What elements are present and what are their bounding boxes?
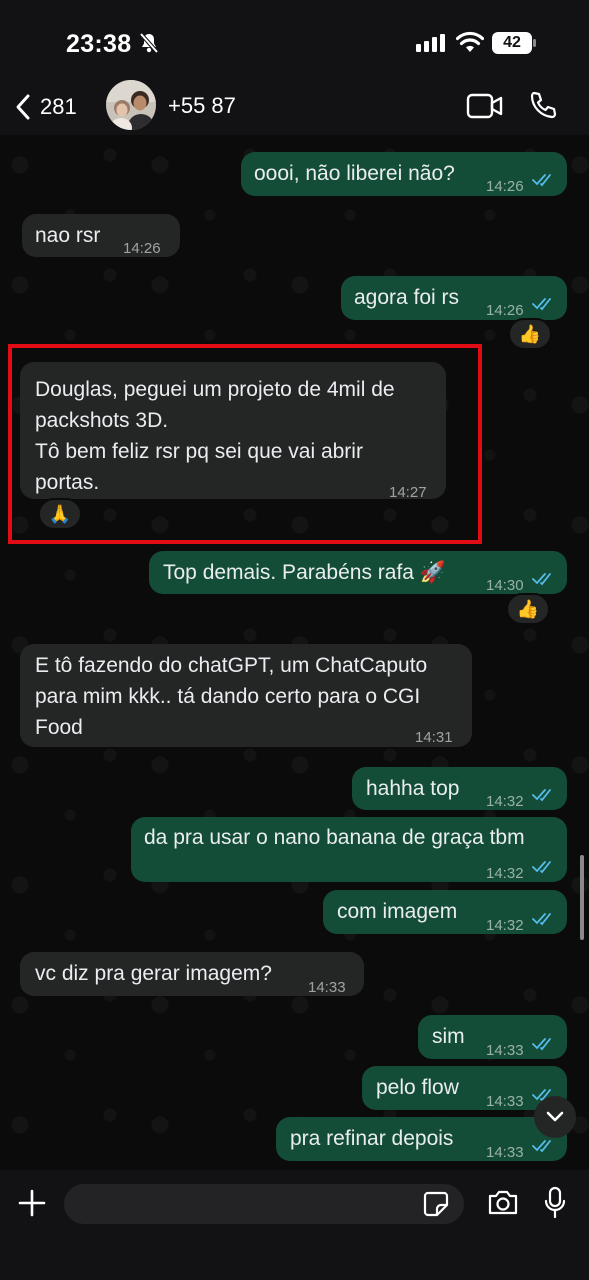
message-text: nao rsr — [35, 224, 101, 247]
message-bubble-incoming[interactable]: nao rsr 14:26 — [22, 214, 180, 257]
message-time: 14:32 — [486, 917, 524, 934]
back-button[interactable]: 281 — [14, 90, 94, 124]
message-bubble-outgoing[interactable]: Top demais. Parabéns rafa 🚀 14:30 — [149, 551, 567, 594]
signal-icon — [416, 34, 445, 52]
camera-icon[interactable] — [487, 1188, 519, 1216]
read-receipt-icon — [532, 573, 551, 586]
message-text: vc diz pra gerar imagem? — [35, 962, 272, 985]
unread-count: 281 — [40, 94, 77, 119]
sticker-icon[interactable] — [423, 1191, 449, 1217]
message-bubble-incoming[interactable]: vc diz pra gerar imagem? 14:33 — [20, 952, 364, 996]
chevron-down-icon — [546, 1111, 564, 1122]
read-receipt-icon — [532, 789, 551, 802]
reaction-thumbs-up[interactable]: 👍 — [506, 593, 550, 625]
message-text: pra refinar depois — [290, 1127, 454, 1150]
message-text: pelo flow — [376, 1076, 459, 1099]
microphone-icon[interactable] — [543, 1186, 567, 1220]
wifi-icon — [456, 31, 484, 52]
message-text: sim — [432, 1025, 465, 1048]
message-bubble-outgoing[interactable]: agora foi rs 14:26 — [341, 276, 567, 320]
scroll-indicator[interactable] — [580, 855, 584, 940]
chat-header: 281 +55 87 — [0, 80, 589, 135]
read-receipt-icon — [532, 174, 551, 187]
message-text: agora foi rs — [354, 286, 460, 309]
message-input[interactable] — [64, 1184, 464, 1224]
message-text: da pra usar o nano banana de graça tbm — [144, 826, 525, 849]
message-time: 14:33 — [308, 979, 346, 996]
read-receipt-icon — [532, 1038, 551, 1051]
contact-name[interactable]: +55 87 — [168, 93, 236, 119]
read-receipt-icon — [532, 861, 551, 874]
message-bubble-outgoing[interactable]: pelo flow 14:33 — [362, 1066, 567, 1110]
message-text: E tô fazendo do chatGPT, um ChatCaputo p… — [35, 654, 428, 739]
battery-level: 42 — [503, 34, 521, 51]
message-text: hahha top — [366, 777, 460, 800]
status-time: 23:38 — [66, 30, 132, 58]
message-text: oooi, não liberei não? — [254, 162, 455, 185]
message-time: 14:31 — [415, 729, 453, 746]
reaction-thumbs-up[interactable]: 👍 — [508, 318, 552, 350]
message-time: 14:32 — [486, 793, 524, 810]
read-receipt-icon — [532, 1140, 551, 1153]
avatar[interactable] — [106, 80, 156, 130]
message-bubble-outgoing[interactable]: da pra usar o nano banana de graça tbm 1… — [131, 817, 567, 882]
message-bubble-outgoing[interactable]: oooi, não liberei não? 14:26 — [241, 152, 567, 196]
message-time: 14:33 — [486, 1144, 524, 1161]
message-time: 14:33 — [486, 1093, 524, 1110]
message-bubble-incoming[interactable]: E tô fazendo do chatGPT, um ChatCaputo p… — [20, 644, 472, 747]
message-time: 14:33 — [486, 1042, 524, 1059]
message-text: Top demais. Parabéns rafa 🚀 — [163, 561, 446, 584]
highlight-box — [8, 344, 482, 544]
chevron-left-icon — [16, 94, 30, 120]
message-text: com imagem — [337, 900, 458, 923]
message-time: 14:26 — [123, 240, 161, 257]
message-time: 14:26 — [486, 178, 524, 195]
message-bubble-outgoing[interactable]: sim 14:33 — [418, 1015, 567, 1059]
message-time: 14:32 — [486, 865, 524, 882]
input-bar — [0, 1170, 589, 1280]
chat-area[interactable]: oooi, não liberei não? 14:26 nao rsr 14:… — [0, 135, 589, 1170]
read-receipt-icon — [532, 298, 551, 311]
read-receipt-icon — [532, 913, 551, 926]
avatar-photo — [106, 80, 156, 130]
phone-icon[interactable] — [528, 90, 558, 120]
message-bubble-outgoing[interactable]: pra refinar depois 14:33 — [276, 1117, 567, 1161]
message-bubble-outgoing[interactable]: hahha top 14:32 — [352, 767, 567, 810]
plus-icon[interactable] — [17, 1188, 47, 1218]
bell-slash-icon — [139, 32, 159, 54]
message-bubble-outgoing[interactable]: com imagem 14:32 — [323, 890, 567, 934]
status-bar: 23:38 42 — [0, 0, 589, 80]
video-call-icon[interactable] — [466, 92, 504, 120]
scroll-to-bottom-button[interactable] — [534, 1096, 576, 1138]
